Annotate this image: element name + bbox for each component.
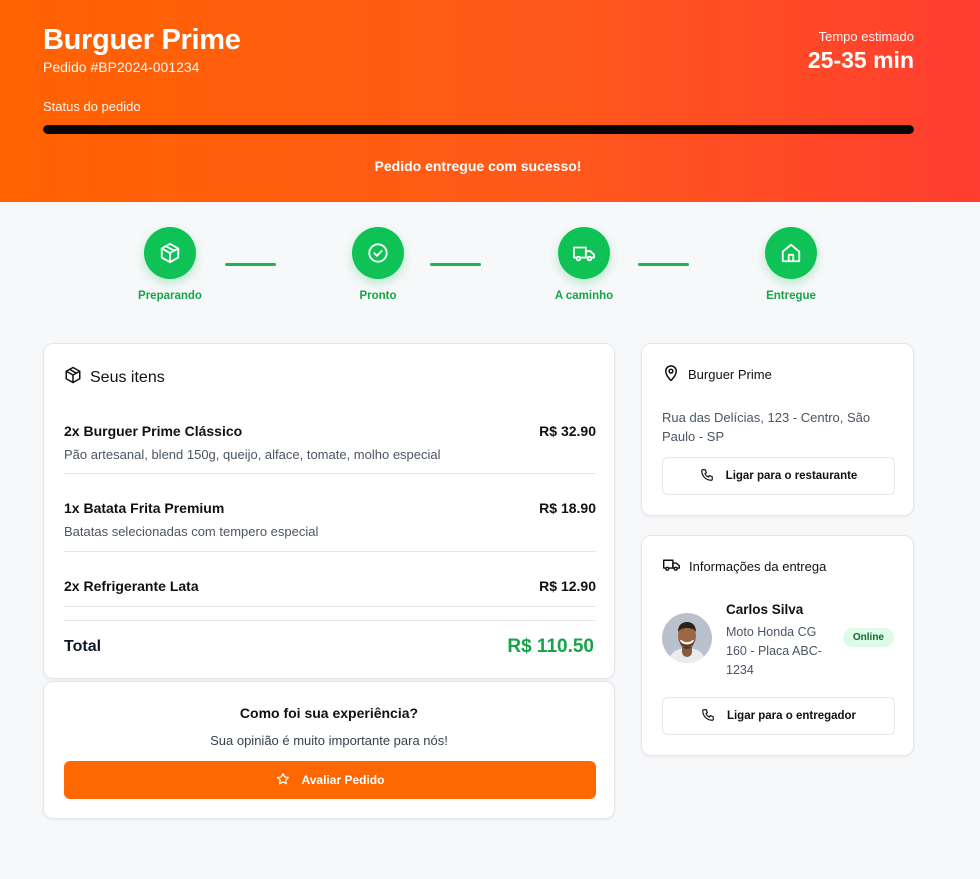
- total-label: Total: [64, 638, 102, 655]
- step-label: A caminho: [554, 290, 614, 302]
- restaurant-brand-title: Burguer Prime: [43, 24, 241, 56]
- item-description: Pão artesanal, blend 150g, queijo, alfac…: [64, 447, 441, 462]
- item-name: 2x Refrigerante Lata: [64, 578, 199, 594]
- status-message: Pedido entregue com sucesso!: [374, 158, 582, 174]
- call-restaurant-button[interactable]: Ligar para o restaurante: [662, 457, 895, 495]
- rating-card: Como foi sua experiência? Sua opinião é …: [43, 681, 615, 819]
- restaurant-address: Rua das Delícias, 123 - Centro, São Paul…: [662, 410, 871, 444]
- list-item: 2x Refrigerante Lata R$ 12.90: [64, 578, 596, 594]
- step-ready: Pronto: [318, 227, 438, 302]
- order-progress-bar: [43, 125, 914, 134]
- delivery-info-card: Informações da entrega Carlos Silva Moto…: [641, 535, 914, 756]
- step-label: Pronto: [359, 290, 397, 302]
- step-connector: [430, 263, 481, 266]
- order-header: Burguer Prime Pedido #BP2024-001234 Temp…: [0, 0, 980, 202]
- items-card-title: Seus itens: [64, 366, 165, 389]
- delivery-title: Informações da entrega: [689, 558, 827, 574]
- map-pin-icon: [662, 364, 680, 385]
- phone-icon: [701, 708, 715, 725]
- step-connector: [638, 263, 689, 266]
- order-items-card: Seus itens 2x Burguer Prime Clássico R$ …: [43, 343, 615, 679]
- restaurant-card: Burguer Prime Rua das Delícias, 123 - Ce…: [641, 343, 914, 516]
- home-icon: [765, 227, 817, 279]
- truck-icon: [558, 227, 610, 279]
- total-value: R$ 110.50: [507, 636, 594, 657]
- star-icon: [276, 772, 290, 789]
- status-label: Status do pedido: [43, 99, 141, 114]
- step-preparing: Preparando: [110, 227, 230, 302]
- step-delivered: Entregue: [731, 227, 851, 302]
- package-icon: [64, 366, 82, 389]
- restaurant-name: Burguer Prime: [688, 367, 772, 382]
- status-badge: Online: [842, 628, 894, 647]
- driver-name: Carlos Silva: [726, 602, 804, 617]
- items-title-text: Seus itens: [90, 368, 165, 386]
- total-divider: [64, 620, 596, 621]
- restaurant-header: Burguer Prime: [662, 364, 772, 385]
- delivery-header: Informações da entrega: [662, 556, 826, 576]
- divider: [64, 551, 596, 552]
- order-progress-fill: [43, 125, 914, 134]
- rate-order-label: Avaliar Pedido: [301, 773, 385, 787]
- item-price: R$ 12.90: [539, 578, 596, 594]
- divider: [64, 606, 596, 607]
- package-icon: [144, 227, 196, 279]
- rating-subtitle: Sua opinião é muito importante para nós!: [210, 733, 448, 748]
- item-price: R$ 18.90: [539, 500, 596, 516]
- item-name: 2x Burguer Prime Clássico: [64, 423, 243, 439]
- item-price: R$ 32.90: [539, 423, 596, 439]
- eta-label: Tempo estimado: [818, 29, 914, 44]
- list-item: 1x Batata Frita Premium R$ 18.90 Batatas…: [64, 500, 596, 539]
- check-circle-icon: [352, 227, 404, 279]
- item-name: 1x Batata Frita Premium: [64, 500, 225, 516]
- call-restaurant-label: Ligar para o restaurante: [725, 470, 858, 482]
- phone-icon: [700, 468, 714, 485]
- eta-value: 25-35 min: [807, 47, 914, 73]
- step-on-the-way: A caminho: [524, 227, 644, 302]
- step-label: Entregue: [766, 290, 816, 302]
- rate-order-button[interactable]: Avaliar Pedido: [64, 761, 596, 799]
- call-driver-button[interactable]: Ligar para o entregador: [662, 697, 895, 735]
- list-item: 2x Burguer Prime Clássico R$ 32.90 Pão a…: [64, 423, 596, 462]
- rating-title: Como foi sua experiência?: [239, 705, 419, 721]
- order-id: Pedido #BP2024-001234: [43, 59, 200, 75]
- avatar: [662, 613, 712, 663]
- call-driver-label: Ligar para o entregador: [726, 710, 857, 722]
- step-label: Preparando: [138, 290, 202, 302]
- divider: [64, 473, 596, 474]
- truck-icon: [662, 556, 681, 576]
- item-description: Batatas selecionadas com tempero especia…: [64, 524, 319, 539]
- driver-vehicle: Moto Honda CG 160 - Placa ABC-1234: [726, 625, 822, 677]
- step-connector: [225, 263, 276, 266]
